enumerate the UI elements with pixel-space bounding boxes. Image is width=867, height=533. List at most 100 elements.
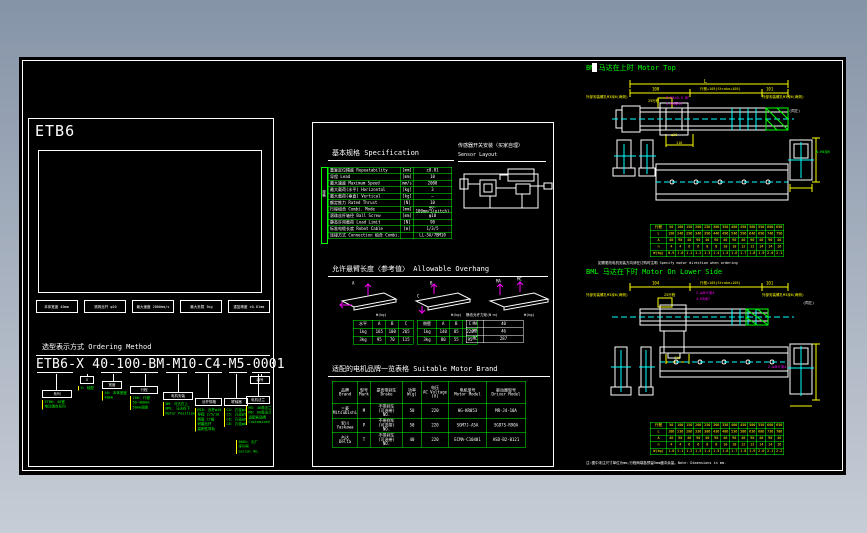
motor-bottom-dim-table: 行程 50 100 150 200 250 300 350 400 450 500 550 600 650… bbox=[650, 422, 784, 455]
overhang-table-horizontal: 水平 A B C 1kg 165 100 265 3kg 95 70 115 bbox=[353, 320, 414, 345]
table-cell: 3kg bbox=[417, 336, 437, 345]
table-cell: ECMA-C10401 bbox=[448, 432, 487, 448]
callout-note: 0001: 出厂 序列号 Serial No. bbox=[236, 440, 271, 455]
side-tap-note: 2-φ3H7深4 bbox=[768, 365, 787, 369]
tap-note-2: 4-M3深13 bbox=[666, 102, 683, 106]
ordering-underline bbox=[36, 355, 270, 356]
table-cell: 55 bbox=[449, 336, 463, 345]
same-as-left-note: (同左) bbox=[803, 301, 815, 305]
overhang-mark: MA bbox=[496, 279, 501, 284]
table-cell: 50 bbox=[402, 403, 422, 419]
table-cell: 品牌 Brand bbox=[332, 381, 358, 404]
callout-note: ETB6: 40宽 电动滑台系列 bbox=[42, 400, 77, 410]
dim-label-stroke: 行程+105(Stroke+105) bbox=[700, 87, 741, 91]
dim-116-label: 116 bbox=[676, 141, 683, 145]
feature-box: 重复精度 ±0.01mm bbox=[228, 300, 270, 313]
spec-heading: 基本规格 Specification bbox=[332, 149, 420, 157]
brand-heading: 适配的电机品牌一览表格 Suitable Motor Brand bbox=[332, 365, 498, 373]
overhang-caption: W(kg) bbox=[376, 313, 387, 317]
feature-label: 本体宽度 40mm bbox=[44, 304, 70, 309]
same-as-left-note: (同左) bbox=[789, 109, 801, 113]
overhang-mark: B bbox=[430, 281, 433, 286]
table-cell: 型号 Mark bbox=[357, 381, 371, 404]
callout-box: 电机安装 bbox=[163, 392, 193, 400]
thread-note-left: 外部安装螺孔M3深6(两侧) bbox=[586, 95, 629, 99]
table-cell: SGM7J-A5A bbox=[448, 418, 487, 433]
sheet-footnote: 注:图中未注尺寸单位为mm,行程两端各预留5mm缓冲余量。Note: Dimen… bbox=[586, 461, 727, 465]
tap-note-1: P-M3×0.5 8F bbox=[666, 96, 690, 100]
table-cell: 驱动器型号 Driver Model bbox=[486, 381, 526, 404]
feature-label: 重复精度 ±0.01mm bbox=[233, 304, 265, 309]
spec-table: 重复定位精度 Repeatability [mm] ±0.01 导程 Lead [mm]… bbox=[328, 167, 452, 239]
table-cell: HG-KR053 bbox=[448, 403, 487, 419]
table-cell: M bbox=[357, 403, 371, 419]
table-cell: 287 bbox=[483, 335, 524, 343]
table-cell: 不带刹车 (可选带) NO. bbox=[370, 432, 403, 448]
table-cell: W(kg) bbox=[650, 250, 667, 257]
callout-box: 宽度 bbox=[102, 381, 122, 389]
product-title: ETB6 bbox=[35, 122, 76, 140]
feature-box: 本体宽度 40mm bbox=[36, 300, 78, 313]
table-cell: P bbox=[357, 418, 371, 433]
table-cell: 电机型号 Motor Model bbox=[448, 381, 487, 404]
moment-table-title: 静态允许力矩(N·m) bbox=[466, 313, 498, 317]
callout-box: 系列 bbox=[42, 390, 72, 398]
spec-side-strip bbox=[321, 167, 328, 244]
table-cell: 95 bbox=[372, 336, 386, 345]
callout-note: 100: 行程 50~400mm 50mm间隔 bbox=[130, 396, 165, 411]
thread-note-left: 外部安装螺孔M3深6(两侧) bbox=[586, 293, 629, 297]
tap-note-1: 2-φ3H7深4 bbox=[696, 291, 715, 295]
model-code: ETB6-X 40-100-BM-M10-C4-M5-0001 bbox=[36, 357, 285, 372]
table-cell: 3kg bbox=[353, 336, 373, 345]
dim-label-a: 100 bbox=[652, 87, 660, 92]
dim-label-stroke: 行程+105(Stroke+105) bbox=[700, 281, 741, 285]
callout-box: 联轴器 bbox=[224, 398, 248, 406]
table-cell: 安川 Yaskawa bbox=[332, 418, 358, 433]
table-cell: T bbox=[357, 432, 371, 448]
table-cell: 连接方式 Connection 组合 Combi. bbox=[328, 232, 401, 239]
overhang-mark: MC bbox=[517, 277, 522, 282]
side-tap-note: N-M4深6 bbox=[816, 150, 831, 154]
callout-note: M5: 40角法兰 M6: 60角法兰 适配各品牌 Customized bbox=[246, 406, 281, 425]
overhang-figure bbox=[414, 283, 472, 314]
sensor-diagram bbox=[459, 168, 553, 209]
callout-box: 编号 bbox=[250, 376, 270, 384]
table-cell bbox=[400, 232, 414, 239]
callout-box: 行程 bbox=[130, 386, 158, 394]
dim-116-label: 116 bbox=[674, 356, 681, 360]
table-cell: W(kg) bbox=[650, 448, 667, 455]
table-cell: LL-5A/7BM10 bbox=[413, 232, 452, 239]
table-cell: ASD-B2-0121 bbox=[486, 432, 526, 448]
feature-box: 最大负载 3kg bbox=[180, 300, 222, 313]
feature-label: 滚珠丝杆 φ10 bbox=[93, 304, 117, 309]
table-cell: 不带刹车 (可选带) NO. bbox=[370, 403, 403, 419]
sensor-heading-en: Sensor Layout bbox=[458, 152, 498, 158]
brand-table: 品牌 Brand 型号 Mark 是否带刹车 Brake 功率 W(g) 电压 AC V… bbox=[332, 381, 526, 448]
callout-box: 丝杆规格 bbox=[195, 398, 222, 406]
table-cell: 70 bbox=[385, 336, 399, 345]
table-cell: SGD7S-R90A bbox=[486, 418, 526, 433]
feature-label: 最大负载 3kg bbox=[189, 304, 213, 309]
stroke-note: 25行程 bbox=[648, 99, 660, 103]
table-cell: 三菱 Mitsubishi bbox=[332, 403, 358, 419]
ordering-heading: 选型表示方式 Ordering Method bbox=[42, 343, 152, 351]
table-cell: MR-J4-10A bbox=[486, 403, 526, 419]
thread-note-right: 外部安装螺孔M3深6(两侧) bbox=[762, 95, 805, 99]
feature-box: 最大速度 2000mm/s bbox=[132, 300, 174, 313]
table-cell: 220 bbox=[421, 418, 449, 433]
moment-table: MA 40 MB 46 MC 287 bbox=[466, 320, 524, 343]
table-cell: 2.1 bbox=[774, 250, 784, 257]
overhang-figure bbox=[339, 283, 398, 311]
motor-top-drawing bbox=[612, 80, 820, 201]
callout-box: X bbox=[80, 376, 94, 384]
table-cell: 是否带刹车 Brake bbox=[370, 381, 403, 404]
table-cell: 220 bbox=[421, 432, 449, 448]
sensor-heading-cn: 传感器开关安装〈买家自理〉 bbox=[458, 143, 523, 149]
table-cell: MC bbox=[466, 335, 484, 343]
overhang-mark: C bbox=[417, 294, 420, 299]
feature-label: 最大速度 2000mm/s bbox=[136, 304, 170, 309]
dim-label-a: 104 bbox=[652, 281, 660, 286]
thread-note-right: 外部安装螺孔M3深6(两侧) bbox=[762, 293, 805, 297]
feature-box: 滚珠丝杆 φ10 bbox=[84, 300, 126, 313]
overhang-mark: A bbox=[352, 281, 355, 286]
